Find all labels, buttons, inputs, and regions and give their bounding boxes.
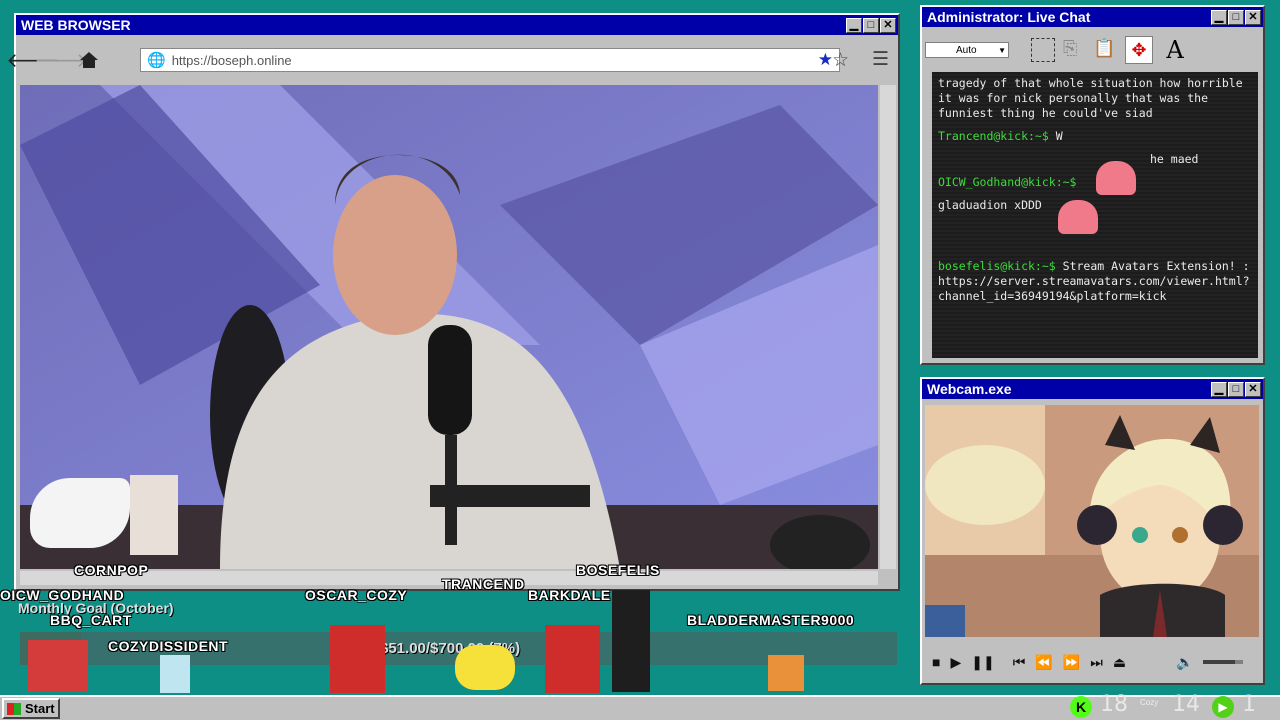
arrow-right-icon[interactable]: 🡒 xyxy=(34,47,88,73)
webcam-view xyxy=(925,405,1259,637)
chat-log: tragedy of that whole situation how horr… xyxy=(932,72,1258,358)
character-sprite xyxy=(160,655,190,693)
chat-username: Trancend@kick:~$ xyxy=(938,129,1049,143)
browser-title: WEB BROWSER xyxy=(21,17,131,33)
star-filled-icon[interactable]: ★ xyxy=(818,50,833,70)
avatar-name: BOSEFELIS xyxy=(576,562,660,578)
fast-forward-icon[interactable]: ⏩ xyxy=(1063,654,1080,671)
chat-text: W xyxy=(1055,129,1063,143)
close-button[interactable]: ✕ xyxy=(880,17,896,33)
chat-message: Trancend@kick:~$ W xyxy=(938,129,1252,144)
rumble-viewer-count: 1 xyxy=(1242,692,1256,717)
chat-titlebar[interactable]: Administrator: Live Chat ▁ □ ✕ xyxy=(922,7,1263,27)
play-circle-icon: ▶ xyxy=(1212,696,1234,718)
emote-icon xyxy=(1058,200,1098,234)
close-button[interactable]: ✕ xyxy=(1245,381,1261,397)
home-icon[interactable] xyxy=(76,47,102,73)
chat-text: tragedy of that whole situation how horr… xyxy=(938,76,1243,120)
text-font-icon[interactable]: A xyxy=(1161,36,1189,64)
maximize-button[interactable]: □ xyxy=(1228,381,1244,397)
skip-back-icon[interactable]: ⏮ xyxy=(1013,654,1026,671)
volume-icon[interactable]: 🔈 xyxy=(1176,654,1193,671)
browser-toolbar: 🡐 🡒 🌐 https://boseph.online ★ ☆ ☰ xyxy=(6,41,894,79)
stream-video xyxy=(20,85,878,569)
chat-username: OICW_Godhand@kick:~$ xyxy=(938,175,1077,189)
windows-logo-icon xyxy=(7,702,21,715)
avatar-name: BLADDERMASTER9000 xyxy=(687,612,855,628)
minimize-button[interactable]: ▁ xyxy=(1211,9,1227,25)
copy-icon[interactable]: ⎘ xyxy=(1063,38,1085,62)
skip-forward-icon[interactable]: ⏭ xyxy=(1090,654,1103,671)
viewer-count: 14 xyxy=(1172,692,1200,717)
avatar-name: TRANCEND xyxy=(442,576,525,592)
chat-text: he maed xyxy=(1150,152,1199,166)
select-region-icon[interactable] xyxy=(1031,38,1055,62)
start-button[interactable]: Start xyxy=(2,698,60,719)
vtuber-avatar xyxy=(925,405,1259,637)
character-sprite xyxy=(612,590,650,692)
browser-window: WEB BROWSER ▁ □ ✕ 🡐 🡒 🌐 https://boseph.o… xyxy=(6,13,900,591)
move-icon[interactable]: ✥ xyxy=(1125,36,1153,64)
chat-message: gladuadion xDDD xyxy=(938,198,1252,234)
rewind-icon[interactable]: ⏪ xyxy=(1035,654,1052,671)
chat-text: gladuadion xDDD xyxy=(938,198,1042,212)
chat-title: Administrator: Live Chat xyxy=(927,9,1091,25)
avatar-name: OICW_GODHAND xyxy=(0,587,125,603)
vertical-scrollbar[interactable] xyxy=(880,85,896,569)
avatar-name: BARKDALE xyxy=(528,587,611,603)
maximize-button[interactable]: □ xyxy=(1228,9,1244,25)
close-button[interactable]: ✕ xyxy=(1245,9,1261,25)
maximize-button[interactable]: □ xyxy=(863,17,879,33)
character-sprite xyxy=(330,625,385,693)
play-icon[interactable]: ▶ xyxy=(950,654,961,671)
avatar-name: OSCAR_COZY xyxy=(305,587,408,603)
globe-icon: 🌐 xyxy=(147,52,166,69)
browser-titlebar[interactable]: WEB BROWSER ▁ □ ✕ xyxy=(16,15,898,35)
character-sprite xyxy=(28,640,88,692)
character-sprite xyxy=(768,655,804,691)
chat-message: he maed xyxy=(938,152,1252,167)
font-select-value: Auto xyxy=(956,44,977,56)
chat-message: tragedy of that whole situation how horr… xyxy=(938,76,1252,121)
start-label: Start xyxy=(25,701,55,716)
volume-level xyxy=(1203,660,1236,664)
chat-message: OICW_Godhand@kick:~$ xyxy=(938,161,1252,195)
media-controls: ■ ▶ ❚❚ ⏮ ⏪ ⏩ ⏭ ⏏ 🔈 xyxy=(932,647,1254,677)
minimize-button[interactable]: ▁ xyxy=(846,17,862,33)
chevron-down-icon: ▼ xyxy=(998,45,1006,55)
chat-window: Administrator: Live Chat ▁ □ ✕ Auto ▼ ⎘ … xyxy=(920,5,1265,365)
address-bar[interactable]: 🌐 https://boseph.online ★ xyxy=(140,48,840,72)
chat-message: bosefelis@kick:~$ Stream Avatars Extensi… xyxy=(938,259,1252,304)
url-text: https://boseph.online xyxy=(171,52,292,68)
pause-icon[interactable]: ❚❚ xyxy=(971,654,994,671)
eagle-avatar-sprite xyxy=(30,478,130,548)
avatar-name: BBQ_CART xyxy=(50,612,132,628)
webcam-window: Webcam.exe ▁ □ ✕ ■ ▶ ❚❚ ⏮ ⏪ ⏩ ⏭ ⏏ 🔈 xyxy=(920,377,1265,685)
minimize-button[interactable]: ▁ xyxy=(1211,381,1227,397)
webcam-title: Webcam.exe xyxy=(927,381,1012,397)
emote-icon xyxy=(1096,161,1136,195)
avatar-name: COZYDISSIDENT xyxy=(108,638,229,654)
chat-toolbar: Auto ▼ ⎘ 📋 ✥ A xyxy=(925,31,1260,69)
paste-icon[interactable]: 📋 xyxy=(1093,38,1117,62)
font-select[interactable]: Auto ▼ xyxy=(925,42,1009,58)
hamburger-icon[interactable]: ☰ xyxy=(872,48,889,71)
avatar-name: CORNPOP xyxy=(74,562,149,578)
chat-username: bosefelis@kick:~$ xyxy=(938,259,1056,273)
video-viewport xyxy=(20,85,878,569)
volume-slider[interactable] xyxy=(1203,660,1244,664)
eject-icon[interactable]: ⏏ xyxy=(1113,654,1126,671)
character-sprite xyxy=(545,625,600,693)
stop-icon[interactable]: ■ xyxy=(932,654,940,670)
kick-icon: K xyxy=(1070,696,1092,718)
character-sprite xyxy=(455,645,515,690)
star-outline-icon[interactable]: ☆ xyxy=(832,49,849,72)
cozy-label: Cozy xyxy=(1140,698,1159,707)
webcam-titlebar[interactable]: Webcam.exe ▁ □ ✕ xyxy=(922,379,1263,399)
kick-viewer-count: 18 xyxy=(1100,692,1128,717)
